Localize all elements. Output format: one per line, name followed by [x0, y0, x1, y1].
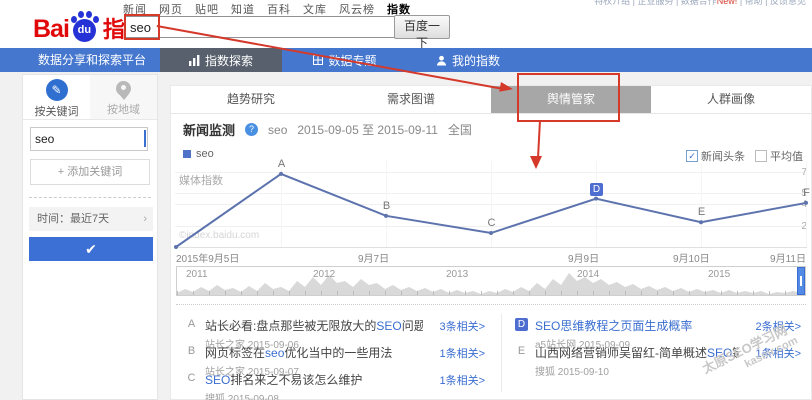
chart-point-b[interactable]: B	[380, 200, 393, 212]
trend-line[interactable]	[176, 174, 806, 247]
pencil-icon: ✎	[46, 79, 68, 101]
timeline-year: 2012	[313, 269, 335, 280]
timeline-scrubber[interactable]: 2011 2012 2013 2014 2015	[176, 266, 806, 296]
user-links-clipped[interactable]: 特权介绍 | 企业服务 | 数据合作New! | 帮助 | 反馈意见	[594, 0, 806, 6]
nav-link-web[interactable]: 网页	[159, 1, 183, 17]
x-axis-tick: 9月11日	[770, 250, 806, 265]
timeline-ticks	[177, 291, 805, 295]
timeline-year: 2011	[186, 269, 208, 280]
news-item-c: C SEO排名来之不易该怎么维护 1条相关> 搜狐 2015-09-08	[185, 371, 485, 400]
annotation-arrowhead-2	[530, 156, 542, 169]
time-filter-label: 时间：最近7天	[37, 213, 109, 225]
timeline-year: 2015	[708, 269, 730, 280]
logo-text-bai: Bai	[33, 16, 69, 42]
nav-link-fengyunbang[interactable]: 风云榜	[339, 1, 375, 17]
chart-point-c[interactable]: C	[485, 217, 498, 229]
related-count-link[interactable]: 1条相关>	[439, 345, 485, 361]
navbar-item-index-explore[interactable]: 指数探索	[160, 48, 282, 72]
news-title-link[interactable]: 网页标签在seo优化当中的一些用法	[205, 344, 423, 361]
trend-line-chart	[171, 156, 811, 251]
person-icon	[436, 55, 447, 66]
news-title-link[interactable]: SEO思维教程之页面生成概率	[535, 317, 739, 334]
trend-markers	[174, 172, 808, 249]
timeline-drag-handle[interactable]	[797, 267, 805, 295]
platform-title: 数据分享和探索平台	[38, 48, 146, 72]
annotation-rect-tab	[517, 73, 620, 122]
x-axis-tick: 9月10日	[673, 250, 710, 265]
x-axis-tick: 2015年9月5日	[176, 250, 239, 265]
main-panel: 趋势研究 需求图谱 舆情管家 人群画像 新闻监测 ? seo 2015-09-0…	[170, 85, 812, 400]
sidebar-tabs: ✎ 按关键词 按地域	[23, 75, 157, 120]
x-axis-tick: 9月9日	[568, 250, 599, 265]
nav-link-baike[interactable]: 百科	[267, 1, 291, 17]
nav-link-zhidao[interactable]: 知道	[231, 1, 255, 17]
news-marker-e: E	[515, 345, 528, 357]
sidebar-tab-label: 按地域	[107, 104, 140, 116]
timeline-year: 2014	[577, 269, 599, 280]
chart-point-e[interactable]: E	[695, 206, 708, 218]
confirm-button[interactable]: ✔	[29, 237, 153, 261]
main-navbar: 数据分享和探索平台 指数探索 数据专题 我的指数	[0, 48, 812, 72]
related-count-link[interactable]: 3条相关>	[439, 318, 485, 334]
sidebar-tab-label: 按关键词	[35, 106, 79, 118]
chart-point-f[interactable]: F	[800, 187, 812, 199]
location-pin-icon	[116, 81, 131, 96]
news-marker-a: A	[185, 318, 198, 330]
sidebar-tab-keyword[interactable]: ✎ 按关键词	[23, 75, 90, 119]
divider	[29, 197, 151, 198]
keyword-input[interactable]	[30, 127, 148, 151]
timeline-year: 2013	[446, 269, 468, 280]
navbar-item-label: 指数探索	[205, 52, 253, 69]
news-source: 搜狐 2015-09-08	[205, 390, 485, 400]
chart-point-d[interactable]: D	[590, 183, 603, 196]
chevron-right-icon: ›	[143, 207, 147, 231]
baidu-paw-icon: du	[70, 10, 100, 42]
baidu-search-button[interactable]: 百度一下	[394, 15, 450, 39]
column-divider	[501, 314, 502, 392]
navbar-item-my-index[interactable]: 我的指数	[418, 48, 518, 72]
nav-link-tieba[interactable]: 贴吧	[195, 1, 219, 17]
x-axis-tick: 9月7日	[358, 250, 389, 265]
sidebar-panel: ✎ 按关键词 按地域 + 添加关键词 时间：最近7天 › ✔	[22, 74, 158, 400]
news-marker-d: D	[515, 318, 528, 331]
time-filter[interactable]: 时间：最近7天 ›	[29, 207, 153, 231]
news-title-link[interactable]: 站长必看:盘点那些被无限放大的SEO问题	[205, 317, 423, 334]
add-keyword-button[interactable]: + 添加关键词	[30, 159, 150, 185]
input-caret	[144, 130, 146, 147]
nav-link-wenku[interactable]: 文库	[303, 1, 327, 17]
news-marker-c: C	[185, 372, 198, 384]
news-marker-b: B	[185, 345, 198, 357]
navbar-item-label: 我的指数	[452, 52, 500, 69]
annotation-rect-search	[124, 14, 160, 40]
bar-chart-icon	[189, 55, 200, 66]
sidebar-tab-region[interactable]: 按地域	[90, 75, 157, 119]
news-source: 搜狐 2015-09-10	[535, 363, 801, 378]
baidu-index-page: 新闻 网页 贴吧 知道 百科 文库 风云榜 指数 特权介绍 | 企业服务 | 数…	[0, 0, 812, 400]
news-title-link[interactable]: SEO排名来之不易该怎么维护	[205, 371, 423, 388]
divider	[176, 304, 806, 305]
baidu-product-nav: 新闻 网页 贴吧 知道 百科 文库 风云榜 指数	[123, 1, 411, 17]
chart-point-a[interactable]: A	[275, 158, 288, 170]
annotation-arrowhead-1	[499, 82, 514, 94]
related-count-link[interactable]: 1条相关>	[439, 372, 485, 388]
